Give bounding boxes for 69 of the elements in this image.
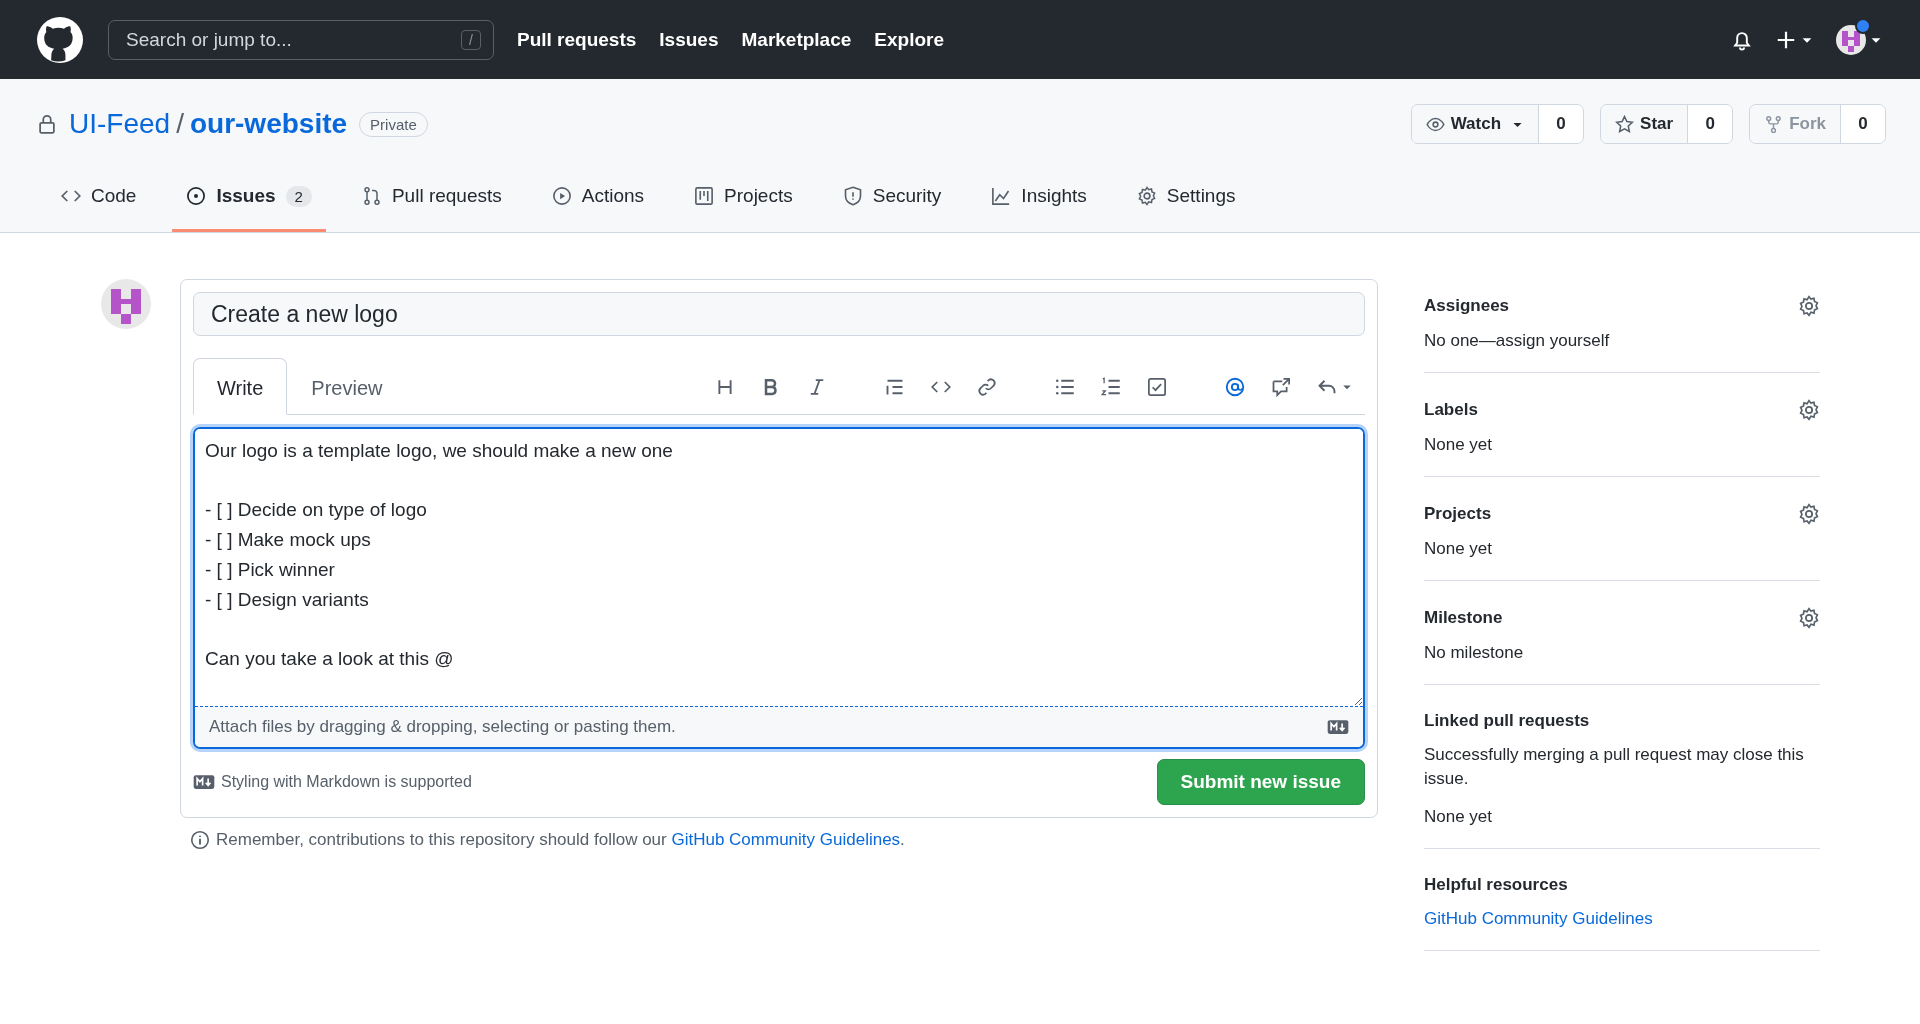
fork-icon xyxy=(1764,114,1784,134)
repo-tab[interactable]: Projects xyxy=(680,177,807,232)
guidelines-link[interactable]: GitHub Community Guidelines xyxy=(671,830,901,849)
board-icon xyxy=(694,186,715,206)
repo-tab[interactable]: Code xyxy=(47,177,151,232)
section-text: No one—assign yourself xyxy=(1424,330,1611,352)
nav-link[interactable]: Issues xyxy=(659,28,719,51)
heading-icon[interactable] xyxy=(715,377,735,397)
circle-dot-icon xyxy=(186,186,207,206)
repo-tab[interactable]: Issues 2 xyxy=(172,177,326,232)
settings-icon[interactable] xyxy=(1798,503,1820,525)
count-link[interactable]: 0 xyxy=(1539,105,1584,143)
repo-tab[interactable]: Insights xyxy=(977,177,1101,232)
shortcut-key: / xyxy=(461,29,481,50)
section-text: No milestone xyxy=(1424,642,1525,664)
cat-logo-icon[interactable] xyxy=(37,16,83,63)
lock-icon xyxy=(37,114,57,134)
section-title: Milestone xyxy=(1424,608,1503,628)
user-avatar-icon xyxy=(1836,24,1866,55)
section-text: None yet xyxy=(1424,434,1494,456)
path-separator: / xyxy=(176,108,184,140)
markdown-note: Styling with Markdown is supported xyxy=(221,773,472,791)
nav-link[interactable]: Pull requests xyxy=(517,28,637,51)
section-text: None yet xyxy=(1424,806,1494,828)
search-field[interactable]: Search or jump to... / xyxy=(108,19,494,60)
settings-icon[interactable] xyxy=(1798,607,1820,629)
repo-tab[interactable]: Pull requests xyxy=(347,177,516,232)
play-icon xyxy=(551,186,572,206)
editor-tab[interactable]: Write xyxy=(193,358,288,415)
repo-name-link[interactable]: our-website xyxy=(189,108,348,140)
title-field[interactable]: Create a new logo xyxy=(193,292,1365,336)
count-link[interactable]: 0 xyxy=(1688,105,1733,143)
link-icon[interactable] xyxy=(977,377,997,397)
star-button[interactable]: Star xyxy=(1601,105,1689,143)
nav-link[interactable]: Marketplace xyxy=(741,28,852,51)
issue-count: 2 xyxy=(285,185,312,207)
section-text: None yet xyxy=(1424,538,1494,560)
star-icon xyxy=(1615,114,1635,134)
numbered-list-icon[interactable] xyxy=(1101,377,1121,397)
section-title: Assignees xyxy=(1424,296,1510,316)
repo-tab[interactable]: Settings xyxy=(1122,177,1250,232)
section-title: Labels xyxy=(1424,400,1478,420)
info-icon xyxy=(190,830,210,850)
mention-icon[interactable] xyxy=(1225,377,1245,397)
pull-request-icon xyxy=(361,186,382,206)
quote-icon[interactable] xyxy=(885,377,905,397)
repo-tab[interactable]: Actions xyxy=(537,177,659,232)
task-list-icon[interactable] xyxy=(1147,377,1167,397)
user-avatar-icon xyxy=(101,279,151,329)
repo-tab[interactable]: Security xyxy=(828,177,956,232)
editor-tab[interactable]: Preview xyxy=(287,358,407,415)
guidelines-note: Remember, contributions to this repository should follow our GitHub Community Guidelines. xyxy=(216,830,905,850)
bulleted-list-icon[interactable] xyxy=(1055,377,1075,397)
settings-icon xyxy=(1136,186,1157,206)
section-text: Successfully merging a pull request may close this issue. xyxy=(1424,744,1805,790)
nav-link[interactable]: Explore xyxy=(874,28,945,51)
settings-icon[interactable] xyxy=(1798,399,1820,421)
reference-icon[interactable] xyxy=(1271,377,1291,397)
resource-link[interactable]: GitHub Community Guidelines xyxy=(1424,907,1820,931)
attach-hint: Attach files by dragging & dropping, selecting or pasting them. xyxy=(209,717,676,737)
section-title: Projects xyxy=(1424,504,1492,524)
section-title: Helpful resources xyxy=(1424,875,1568,895)
graph-icon xyxy=(991,186,1012,206)
shield-icon xyxy=(842,186,863,206)
owner-link[interactable]: UI-Feed xyxy=(69,108,171,140)
settings-icon[interactable] xyxy=(1798,295,1820,317)
comment-field[interactable]: Our logo is a template logo, we should make a new one - [ ] Decide on type of logo - [ ] Make mock ups - [ ] Pick winner - [ ] Design variants Can you take a look at this @ xyxy=(195,429,1363,707)
section-title: Linked pull requests xyxy=(1424,711,1590,731)
watch-button[interactable]: Watch xyxy=(1411,105,1540,143)
